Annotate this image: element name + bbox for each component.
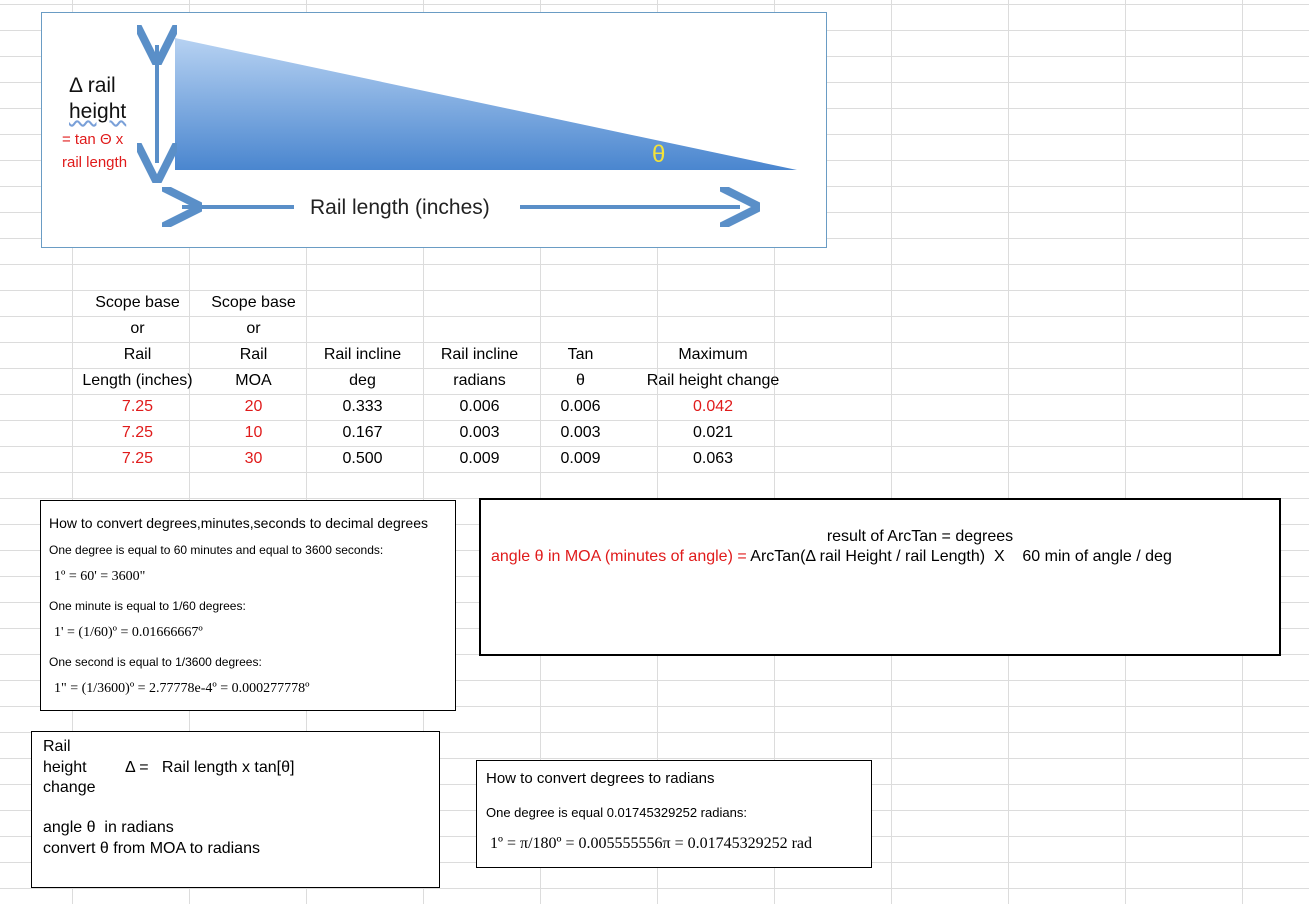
delta-rail-height-label: Δ rail height <box>69 73 126 125</box>
moa-formula-black: ArcTan(Δ rail Height / rail Length) X 60… <box>750 548 1172 565</box>
tan-formula-label: = tan Θ x rail length <box>62 128 127 174</box>
arctan-result-text: result of ArcTan = degrees <box>826 528 1014 545</box>
rail-incline-diagram[interactable]: Δ rail height = tan Θ x rail length θ Ra… <box>41 12 827 248</box>
moa-formula-red: angle θ in MOA (minutes of angle) = <box>491 548 751 565</box>
header-cell[interactable]: MOA <box>203 368 304 394</box>
header-cell[interactable]: Tan <box>538 342 623 368</box>
header-cell[interactable]: Rail incline <box>421 342 538 368</box>
rail-box-l3: change <box>43 779 96 796</box>
header-row: or or <box>72 316 803 342</box>
table-cell[interactable]: 10 <box>203 420 304 446</box>
header-cell[interactable] <box>421 316 538 342</box>
table-cell[interactable]: 20 <box>203 394 304 420</box>
table-row: 7.25 30 0.500 0.009 0.009 0.063 <box>72 446 803 472</box>
header-row: Length (inches) MOA deg radians θ Rail h… <box>72 368 803 394</box>
moa-formula-line: angle θ in MOA (minutes of angle) = ArcT… <box>491 548 1172 566</box>
header-cell[interactable] <box>421 290 538 316</box>
rad-title: How to convert degrees to radians <box>486 770 715 787</box>
rad-line1: One degree is equal 0.01745329252 radian… <box>486 805 747 820</box>
header-row: Scope base Scope base <box>72 290 803 316</box>
table-cell[interactable]: 0.006 <box>421 394 538 420</box>
table-cell[interactable]: 0.003 <box>421 420 538 446</box>
rail-height-change-box[interactable]: Rail height Δ = Rail length x tan[θ] cha… <box>31 731 440 888</box>
table-cell[interactable]: 0.003 <box>538 420 623 446</box>
rail-data-table: Scope base Scope base or or Rail Rail Ra… <box>72 290 803 472</box>
dms-line1: One degree is equal to 60 minutes and eq… <box>49 543 384 557</box>
rail-box-l2a: height <box>43 759 87 776</box>
table-cell[interactable]: 0.042 <box>623 394 803 420</box>
header-cell[interactable]: Rail height change <box>623 368 803 394</box>
theta-angle-label: θ <box>652 141 666 168</box>
dms-formula1: 1º = 60' = 3600" <box>54 569 146 584</box>
moa-formula-box[interactable]: result of ArcTan = degrees angle θ in MO… <box>479 498 1281 656</box>
tan-label-line1: = tan Θ x <box>62 131 124 148</box>
header-cell[interactable]: deg <box>304 368 421 394</box>
rail-box-l4: angle θ in radians <box>43 819 174 836</box>
header-cell[interactable]: or <box>203 316 304 342</box>
rail-length-label: Rail length (inches) <box>310 196 490 219</box>
header-row: Rail Rail Rail incline Rail incline Tan … <box>72 342 803 368</box>
table-cell[interactable]: 0.167 <box>304 420 421 446</box>
table-cell[interactable]: 7.25 <box>72 420 203 446</box>
table-row: 7.25 10 0.167 0.003 0.003 0.021 <box>72 420 803 446</box>
header-cell[interactable]: Rail <box>203 342 304 368</box>
table-cell[interactable]: 0.333 <box>304 394 421 420</box>
table-cell[interactable]: 0.009 <box>421 446 538 472</box>
dms-title: How to convert degrees,minutes,seconds t… <box>49 515 428 531</box>
tan-label-line2: rail length <box>62 154 128 171</box>
dms-formula3: 1" = (1/3600)º = 2.77778e-4º = 0.0002777… <box>54 681 310 696</box>
table-cell[interactable]: 0.009 <box>538 446 623 472</box>
table-cell[interactable]: 7.25 <box>72 394 203 420</box>
delta-label-line1: Δ rail <box>69 74 116 97</box>
rad-formula: 1º = π/180º = 0.005555556π = 0.017453292… <box>490 835 813 852</box>
delta-label-line2: height <box>69 100 127 123</box>
table-cell[interactable]: 30 <box>203 446 304 472</box>
header-cell[interactable] <box>304 316 421 342</box>
header-cell[interactable] <box>304 290 421 316</box>
rail-triangle <box>175 38 797 170</box>
table-cell[interactable]: 0.021 <box>623 420 803 446</box>
table-row: 7.25 20 0.333 0.006 0.006 0.042 <box>72 394 803 420</box>
table-cell[interactable]: 0.006 <box>538 394 623 420</box>
rail-box-l5: convert θ from MOA to radians <box>43 840 260 857</box>
dms-formula2: 1' = (1/60)º = 0.01666667º <box>54 625 203 640</box>
dms-line2: One minute is equal to 1/60 degrees: <box>49 599 246 613</box>
header-cell[interactable] <box>538 290 623 316</box>
dms-line3: One second is equal to 1/3600 degrees: <box>49 655 262 669</box>
rail-box-l2b: Δ = Rail length x tan[θ] <box>125 759 295 776</box>
header-cell[interactable]: Maximum <box>623 342 803 368</box>
header-cell[interactable]: or <box>72 316 203 342</box>
radians-conversion-box[interactable]: How to convert degrees to radians One de… <box>476 760 872 868</box>
header-cell[interactable]: Length (inches) <box>72 368 203 394</box>
dms-conversion-box[interactable]: How to convert degrees,minutes,seconds t… <box>40 500 456 711</box>
table-cell[interactable]: 0.063 <box>623 446 803 472</box>
header-cell[interactable]: Rail <box>72 342 203 368</box>
header-cell[interactable] <box>623 290 803 316</box>
rail-box-l1: Rail <box>43 738 71 755</box>
header-cell[interactable]: Scope base <box>72 290 203 316</box>
table-cell[interactable]: 7.25 <box>72 446 203 472</box>
header-cell[interactable] <box>623 316 803 342</box>
header-cell[interactable]: radians <box>421 368 538 394</box>
header-cell[interactable]: Rail incline <box>304 342 421 368</box>
header-cell[interactable] <box>538 316 623 342</box>
table-cell[interactable]: 0.500 <box>304 446 421 472</box>
header-cell[interactable]: Scope base <box>203 290 304 316</box>
header-cell[interactable]: θ <box>538 368 623 394</box>
